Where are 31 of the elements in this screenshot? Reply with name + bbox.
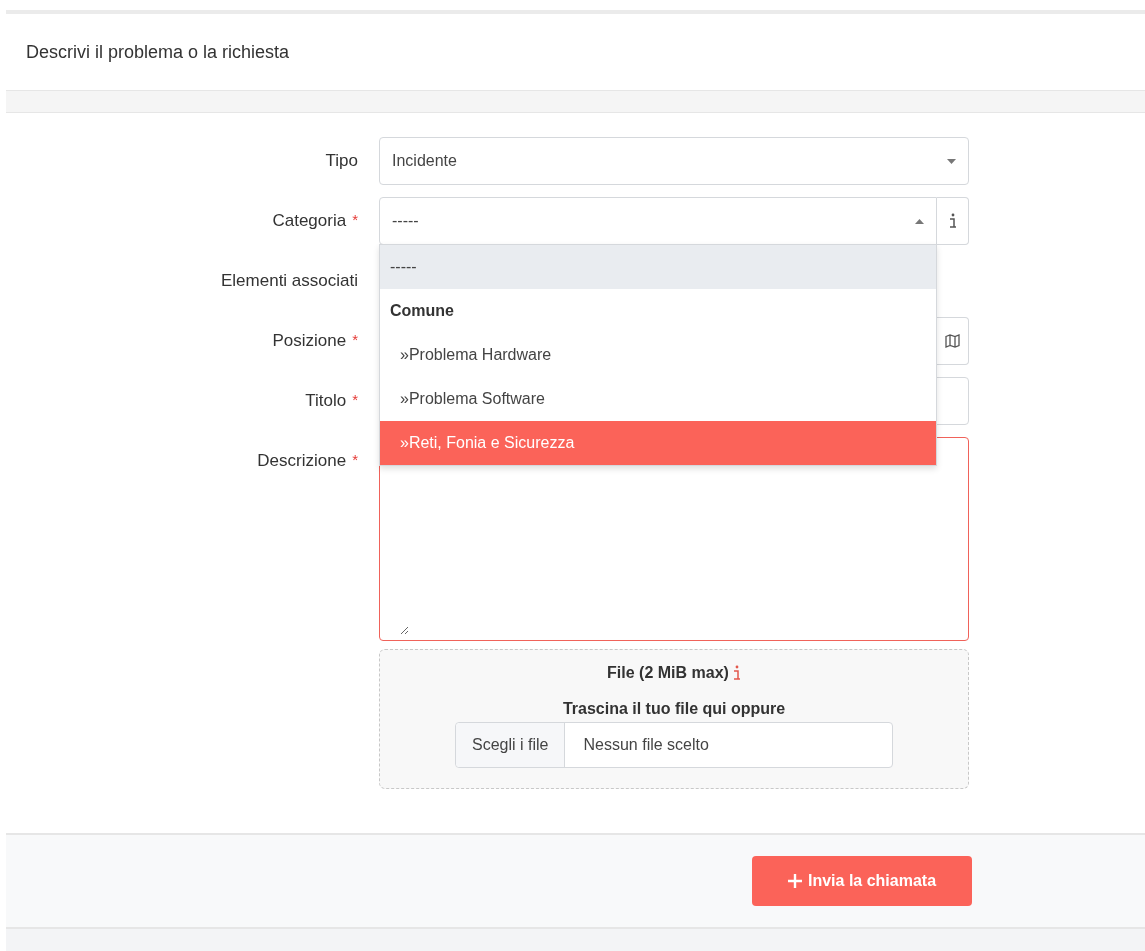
map-icon (945, 334, 960, 348)
choose-file-button[interactable]: Scegli i file (456, 723, 566, 767)
select-field[interactable]: ----- (379, 197, 937, 245)
upload-title: File (2 MiB max) (607, 664, 729, 682)
map-button[interactable] (937, 317, 969, 365)
caret-icon (947, 158, 956, 164)
required-mark: * (352, 451, 358, 468)
upload-hint: Trascina il tuo file qui oppure (562, 700, 786, 718)
field-label: Tipo (325, 151, 358, 171)
file-input[interactable]: Scegli i file Nessun file scelto (455, 722, 893, 768)
option-group-label: Comune (389, 301, 455, 321)
required-mark: * (352, 331, 358, 348)
plus-icon (787, 874, 802, 888)
caret-icon (915, 218, 924, 224)
required-mark: * (352, 391, 358, 408)
resize-grip-icon[interactable] (400, 626, 408, 634)
field-label: Titolo (305, 391, 347, 411)
dropdown-option[interactable]: »Problema Software (380, 377, 936, 421)
select-field[interactable]: Incidente (379, 137, 969, 185)
section-title: Descrivi il problema o la richiesta (26, 41, 290, 63)
field-label: Elementi associati (221, 271, 358, 291)
field-label: Categoria (272, 211, 347, 231)
required-mark: * (352, 211, 358, 228)
info-icon (948, 213, 957, 229)
field-label: Posizione (272, 331, 347, 351)
dropdown-option[interactable]: »Problema Hardware (380, 333, 936, 377)
field-label: Descrizione (257, 451, 347, 471)
info-icon (732, 665, 741, 681)
dropdown-option[interactable]: ----- (380, 245, 936, 289)
info-button[interactable] (937, 197, 969, 245)
file-drop-zone[interactable]: File (2 MiB max) Trascina il tuo file qui oppure Scegli i file Nessun file scelto (379, 649, 969, 789)
